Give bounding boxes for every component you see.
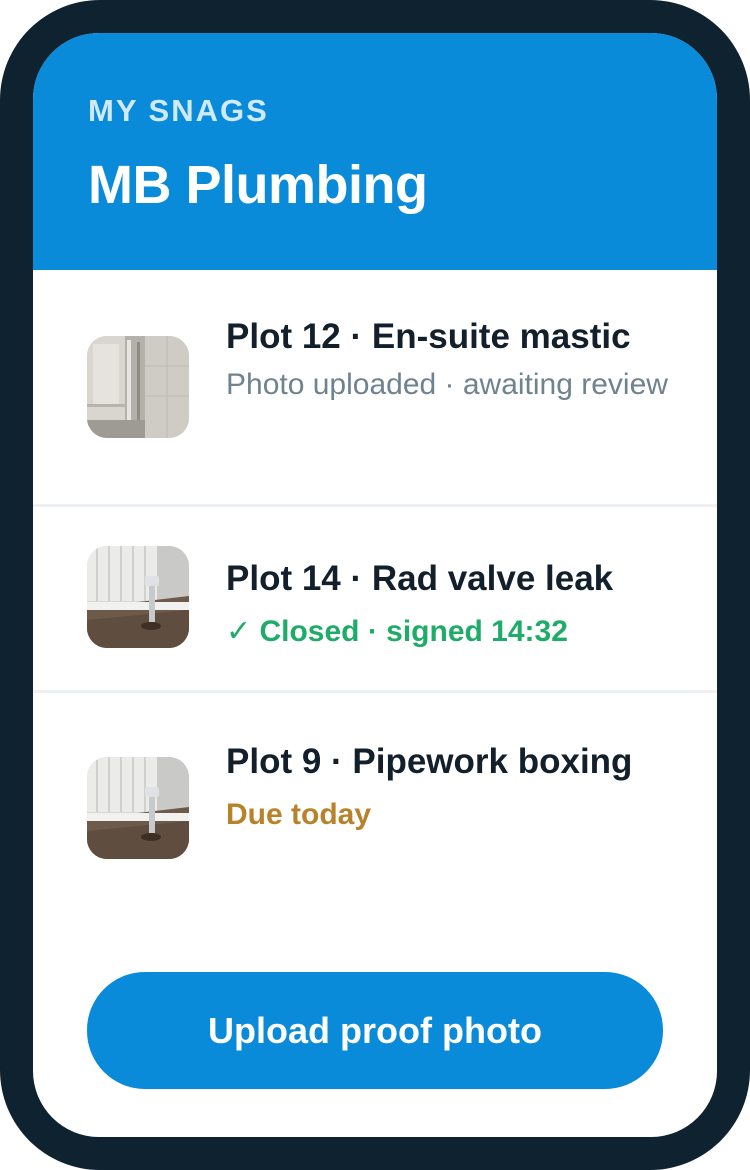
snag-item[interactable]: Plot 14 · Rad valve leak ✓ Closed · sign… xyxy=(33,507,717,693)
snag-item[interactable]: Plot 9 · Pipework boxing Due today xyxy=(33,693,717,943)
app-screen: MY SNAGS MB Plumbing Plot 12 · En-suite … xyxy=(33,33,717,1137)
upload-proof-photo-button[interactable]: Upload proof photo xyxy=(87,972,663,1089)
snag-text: Plot 9 · Pipework boxing Due today xyxy=(226,733,686,840)
phone-frame: MY SNAGS MB Plumbing Plot 12 · En-suite … xyxy=(0,0,750,1170)
header: MY SNAGS MB Plumbing xyxy=(33,33,717,270)
snag-status: ✓ Closed · signed 14:32 xyxy=(226,615,568,648)
snag-status: Photo uploaded · awaiting review xyxy=(226,368,668,401)
page-title: MB Plumbing xyxy=(88,155,428,215)
snag-item[interactable]: Plot 12 · En-suite mastic Photo uploaded… xyxy=(33,270,717,507)
snag-thumbnail-radiator xyxy=(87,546,189,648)
section-eyebrow: MY SNAGS xyxy=(88,93,269,128)
snag-text: Plot 14 · Rad valve leak ✓ Closed · sign… xyxy=(226,550,686,657)
snag-title: Plot 9 · Pipework boxing xyxy=(226,742,633,781)
snag-thumbnail-shower xyxy=(87,336,189,438)
snag-list: Plot 12 · En-suite mastic Photo uploaded… xyxy=(33,270,717,943)
snag-title: Plot 14 · Rad valve leak xyxy=(226,559,614,598)
snag-title: Plot 12 · En-suite mastic xyxy=(226,317,631,356)
snag-status: Due today xyxy=(226,798,372,831)
snag-thumbnail-radiator xyxy=(87,757,189,859)
snag-text: Plot 12 · En-suite mastic Photo uploaded… xyxy=(226,308,686,410)
